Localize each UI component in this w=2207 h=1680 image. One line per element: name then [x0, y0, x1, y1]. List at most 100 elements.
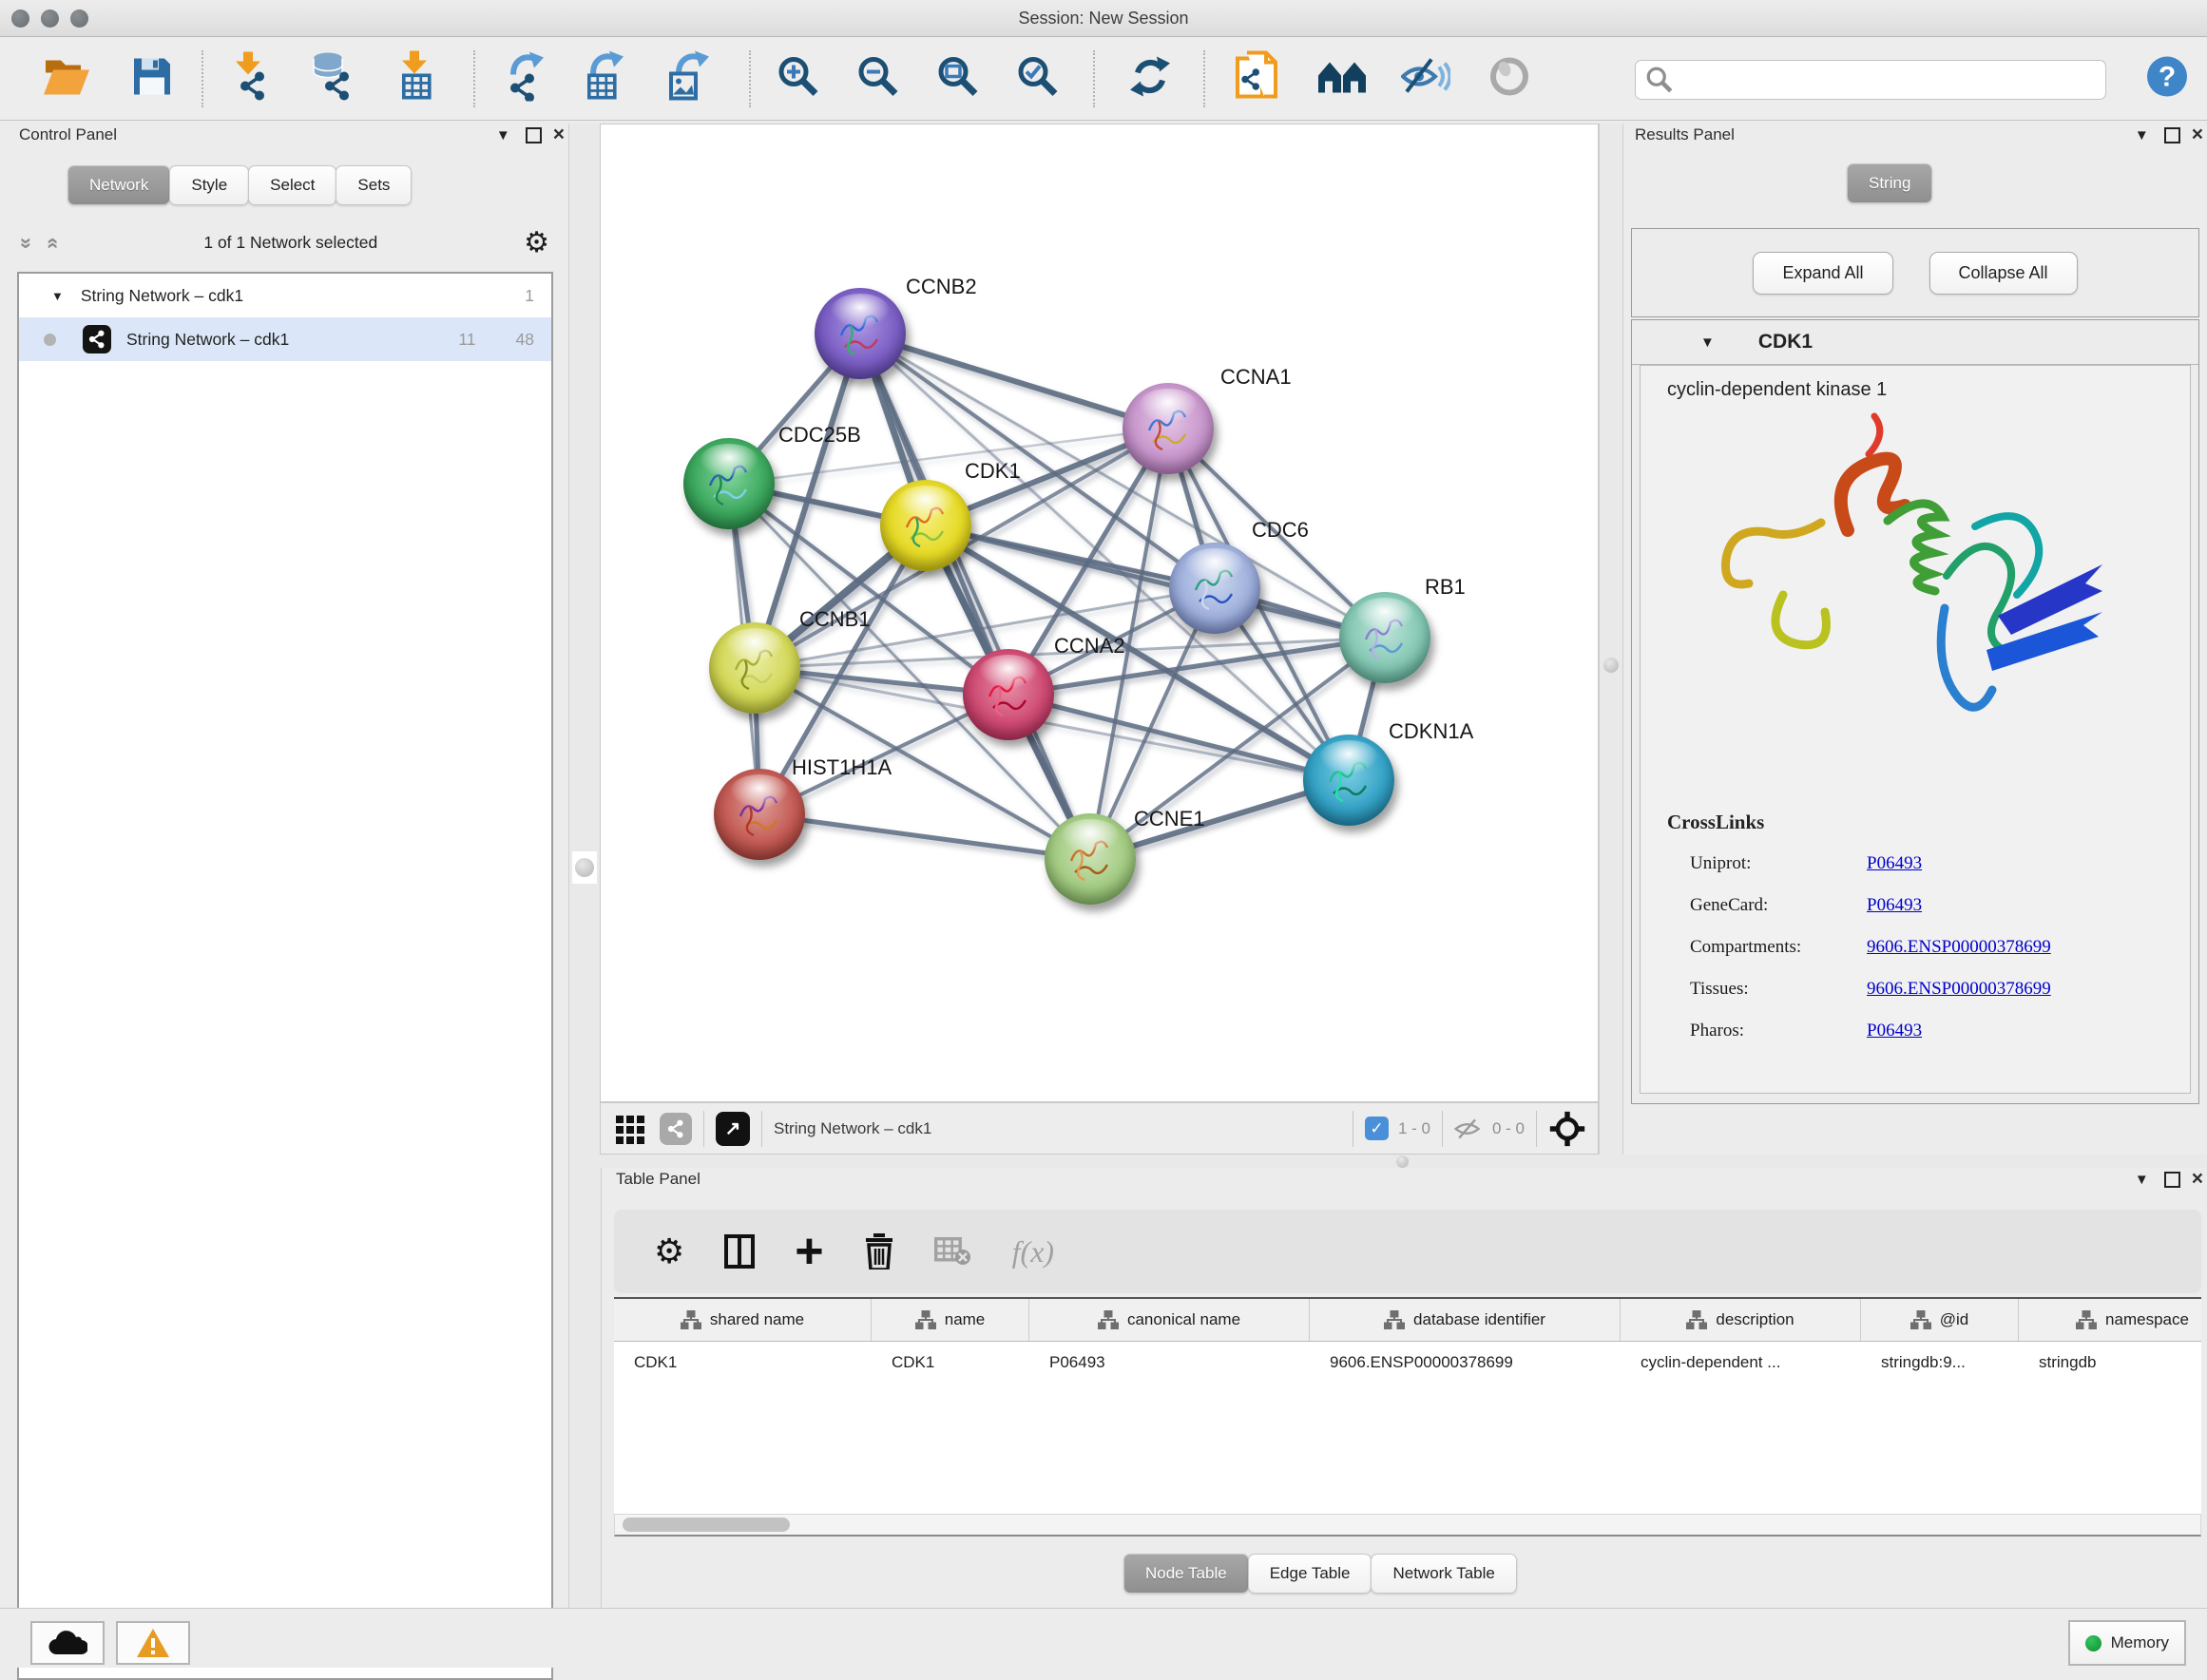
- refresh-icon[interactable]: [1128, 54, 1172, 103]
- control-panel-float-icon[interactable]: ▼: [496, 128, 510, 143]
- table-panel-close-icon[interactable]: ×: [2192, 1168, 2203, 1191]
- control-panel-maximize-icon[interactable]: [526, 127, 542, 143]
- network-edge[interactable]: [860, 334, 1090, 859]
- tab-edge-table[interactable]: Edge Table: [1248, 1554, 1372, 1594]
- tab-network[interactable]: Network: [67, 165, 170, 205]
- selected-checkbox-icon[interactable]: ✓: [1365, 1117, 1389, 1140]
- show-all-windows-icon[interactable]: [1316, 56, 1368, 101]
- network-edge[interactable]: [759, 814, 1090, 859]
- grid-view-icon[interactable]: [614, 1112, 648, 1146]
- expand-all-networks-icon[interactable]: »: [39, 237, 64, 248]
- annotations-icon[interactable]: [1234, 50, 1279, 106]
- scrollbar-thumb[interactable]: [623, 1518, 790, 1532]
- column-header-namespace[interactable]: namespace: [2019, 1299, 2201, 1341]
- entry-caret-icon[interactable]: ▼: [1700, 334, 1715, 351]
- tab-node-table[interactable]: Node Table: [1123, 1554, 1249, 1594]
- inspector-icon[interactable]: [1488, 55, 1530, 102]
- column-header-@id[interactable]: @id: [1861, 1299, 2019, 1341]
- results-panel-maximize-icon[interactable]: [2164, 127, 2180, 143]
- detach-view-icon[interactable]: ↗: [716, 1112, 750, 1146]
- warning-status-button[interactable]: [116, 1621, 190, 1665]
- column-header-name[interactable]: name: [872, 1299, 1029, 1341]
- control-panel-close-icon[interactable]: ×: [553, 124, 565, 146]
- network-node-rb1[interactable]: [1339, 592, 1430, 683]
- column-header-shared-name[interactable]: shared name: [614, 1299, 872, 1341]
- export-network-icon[interactable]: [500, 51, 546, 105]
- network-node-ccnb2[interactable]: [815, 288, 906, 379]
- collection-caret-icon[interactable]: ▼: [51, 289, 64, 303]
- network-node-ccna2[interactable]: [963, 649, 1054, 740]
- export-image-icon[interactable]: [663, 50, 709, 106]
- crosslink-link[interactable]: P06493: [1867, 1021, 1922, 1041]
- column-header-description[interactable]: description: [1621, 1299, 1861, 1341]
- crosslink-link[interactable]: 9606.ENSP00000378699: [1867, 979, 2051, 1000]
- save-session-icon[interactable]: [130, 54, 174, 103]
- network-node-ccnb1[interactable]: [709, 622, 800, 714]
- tab-select[interactable]: Select: [248, 165, 336, 205]
- export-table-icon[interactable]: [580, 50, 625, 106]
- table-panel-float-icon[interactable]: ▼: [2135, 1173, 2149, 1187]
- table-cell[interactable]: stringdb: [2019, 1353, 2201, 1372]
- search-box[interactable]: [1635, 60, 2106, 100]
- tab-string[interactable]: String: [1847, 163, 1932, 203]
- table-cell[interactable]: cyclin-dependent ...: [1621, 1353, 1861, 1372]
- table-cell[interactable]: stringdb:9...: [1861, 1353, 2019, 1372]
- column-header-canonical-name[interactable]: canonical name: [1029, 1299, 1310, 1341]
- search-input[interactable]: [1681, 69, 2105, 90]
- crosslink-link[interactable]: P06493: [1867, 853, 1922, 874]
- zoom-out-icon[interactable]: [856, 54, 900, 103]
- collapse-all-networks-icon[interactable]: »: [14, 237, 39, 248]
- table-panel-maximize-icon[interactable]: [2164, 1172, 2180, 1188]
- network-node-cdkn1a[interactable]: [1303, 735, 1394, 826]
- import-network-database-icon[interactable]: [307, 51, 355, 105]
- network-row[interactable]: String Network – cdk1 11 48: [19, 317, 551, 361]
- show-columns-icon[interactable]: [724, 1234, 755, 1269]
- network-canvas[interactable]: CCNB2 CCNA1 CDC25B CDK1 CDC6 RB1 CCNB1 C…: [600, 124, 1599, 1102]
- zoom-fit-icon[interactable]: [936, 54, 980, 103]
- tab-network-table[interactable]: Network Table: [1371, 1554, 1516, 1594]
- collapse-all-button[interactable]: Collapse All: [1929, 252, 2078, 295]
- network-node-ccne1[interactable]: [1045, 813, 1136, 905]
- fit-crosshair-icon[interactable]: [1548, 1110, 1586, 1148]
- table-cell[interactable]: CDK1: [872, 1353, 1029, 1372]
- delete-column-trash-icon[interactable]: [864, 1233, 894, 1270]
- help-icon[interactable]: ?: [2145, 54, 2189, 103]
- network-node-cdc25b[interactable]: [683, 438, 775, 529]
- results-panel-float-icon[interactable]: ▼: [2135, 128, 2149, 143]
- memory-button[interactable]: Memory: [2068, 1620, 2186, 1666]
- crosslink-link[interactable]: 9606.ENSP00000378699: [1867, 937, 2051, 958]
- network-options-gear-icon[interactable]: ⚙: [524, 226, 549, 259]
- network-edge[interactable]: [860, 334, 1168, 429]
- tab-sets[interactable]: Sets: [336, 165, 412, 205]
- bottom-splitter[interactable]: [600, 1155, 2207, 1168]
- cloud-status-button[interactable]: [30, 1621, 105, 1665]
- table-horizontal-scrollbar[interactable]: [614, 1514, 2201, 1537]
- tab-style[interactable]: Style: [169, 165, 249, 205]
- column-header-database-identifier[interactable]: database identifier: [1310, 1299, 1621, 1341]
- results-panel-close-icon[interactable]: ×: [2192, 124, 2203, 146]
- right-splitter[interactable]: [1599, 124, 1623, 1155]
- network-node-cdk1[interactable]: [880, 480, 971, 571]
- table-cell[interactable]: 9606.ENSP00000378699: [1310, 1353, 1621, 1372]
- table-cell[interactable]: CDK1: [614, 1353, 872, 1372]
- table-cell[interactable]: P06493: [1029, 1353, 1310, 1372]
- zoom-in-icon[interactable]: [777, 54, 820, 103]
- right-splitter-handle[interactable]: [1603, 658, 1619, 673]
- hide-unhide-icon[interactable]: [1401, 55, 1450, 102]
- left-splitter-handle[interactable]: [572, 851, 597, 884]
- bottom-splitter-handle[interactable]: [1396, 1155, 1409, 1168]
- open-session-icon[interactable]: [42, 54, 91, 103]
- left-splitter[interactable]: [568, 124, 602, 1608]
- results-entry-header[interactable]: ▼ CDK1: [1632, 320, 2198, 365]
- table-row[interactable]: CDK1CDK1P064939606.ENSP00000378699cyclin…: [614, 1342, 2201, 1384]
- network-node-hist1h1a[interactable]: [714, 769, 805, 860]
- table-options-gear-icon[interactable]: ⚙: [654, 1231, 684, 1271]
- network-node-cdc6[interactable]: [1169, 543, 1260, 634]
- network-node-ccna1[interactable]: [1123, 383, 1214, 474]
- import-table-icon[interactable]: [394, 50, 438, 106]
- crosslink-link[interactable]: P06493: [1867, 895, 1922, 916]
- network-collection-row[interactable]: ▼ String Network – cdk1 1: [19, 274, 551, 317]
- import-network-icon[interactable]: [226, 51, 272, 105]
- expand-all-button[interactable]: Expand All: [1753, 252, 1892, 295]
- zoom-selected-icon[interactable]: [1016, 54, 1060, 103]
